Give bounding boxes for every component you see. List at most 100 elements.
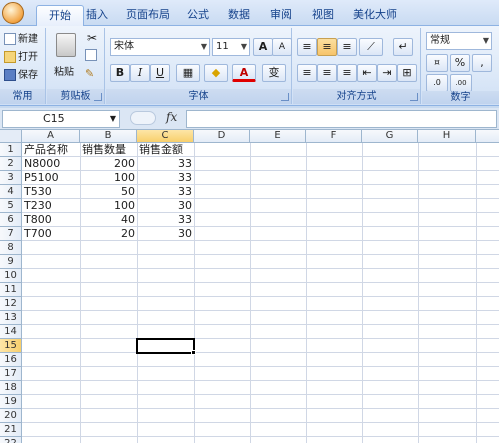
cell-a3[interactable]: P5100	[24, 171, 80, 185]
align-top-button[interactable]: ≡	[297, 38, 317, 56]
cell-c3[interactable]: 33	[137, 171, 192, 185]
row-header-1[interactable]: 1	[0, 143, 22, 157]
open-button[interactable]: 打开	[4, 49, 38, 66]
row-header-22[interactable]: 22	[0, 437, 22, 443]
row-header-19[interactable]: 19	[0, 395, 22, 409]
clipboard-launcher-icon[interactable]	[94, 93, 102, 101]
align-left-button[interactable]: ≡	[297, 64, 317, 82]
active-cell-c15[interactable]	[136, 338, 195, 354]
phonetic-button[interactable]: 变	[262, 64, 286, 82]
paste-button[interactable]: 粘贴	[53, 31, 79, 83]
tab-page-layout[interactable]: 页面布局	[123, 5, 173, 26]
column-header-c[interactable]: C	[137, 130, 194, 143]
cell-a2[interactable]: N8000	[24, 157, 80, 171]
bold-button[interactable]: B	[110, 64, 130, 82]
formula-input[interactable]	[186, 110, 497, 128]
cell-c5[interactable]: 30	[137, 199, 192, 213]
row-header-14[interactable]: 14	[0, 325, 22, 339]
tab-review[interactable]: 审阅	[268, 5, 294, 26]
format-painter-icon[interactable]: ✎	[85, 67, 99, 81]
cut-icon[interactable]: ✂	[85, 31, 99, 45]
column-header-g[interactable]: G	[362, 130, 418, 143]
row-header-9[interactable]: 9	[0, 255, 22, 269]
cell-b7[interactable]: 20	[80, 227, 135, 241]
column-header-f[interactable]: F	[306, 130, 362, 143]
row-header-17[interactable]: 17	[0, 367, 22, 381]
cell-b1[interactable]: 销售数量	[82, 143, 137, 157]
cell-a6[interactable]: T800	[24, 213, 80, 227]
cell-b6[interactable]: 40	[80, 213, 135, 227]
row-header-2[interactable]: 2	[0, 157, 22, 171]
comma-style-button[interactable]: ,	[472, 54, 492, 72]
formula-bar-expand-icon[interactable]	[130, 111, 156, 125]
cell-c1[interactable]: 销售金额	[139, 143, 194, 157]
new-button[interactable]: 新建	[4, 31, 38, 48]
cell-a4[interactable]: T530	[24, 185, 80, 199]
office-button[interactable]	[2, 2, 24, 24]
row-header-11[interactable]: 11	[0, 283, 22, 297]
row-header-15[interactable]: 15	[0, 339, 22, 353]
font-name-combo[interactable]: 宋体 ▼	[110, 38, 210, 56]
row-header-18[interactable]: 18	[0, 381, 22, 395]
insert-function-icon[interactable]: fx	[166, 110, 177, 124]
accounting-format-button[interactable]: ¤	[426, 54, 448, 72]
tab-insert[interactable]: 插入	[84, 5, 110, 26]
number-format-combo[interactable]: 常规 ▼	[426, 32, 492, 50]
decrease-decimal-button[interactable]: .00	[450, 74, 472, 92]
wrap-text-button[interactable]: ↵	[393, 38, 413, 56]
cell-b3[interactable]: 100	[80, 171, 135, 185]
decrease-indent-button[interactable]: ⇤	[357, 64, 377, 82]
row-header-6[interactable]: 6	[0, 213, 22, 227]
orientation-button[interactable]: ⟋	[359, 38, 383, 56]
cell-a5[interactable]: T230	[24, 199, 80, 213]
row-header-16[interactable]: 16	[0, 353, 22, 367]
borders-button[interactable]: ▦	[176, 64, 200, 82]
row-header-10[interactable]: 10	[0, 269, 22, 283]
font-color-button[interactable]: A	[232, 64, 256, 82]
align-right-button[interactable]: ≡	[337, 64, 357, 82]
tab-view[interactable]: 视图	[310, 5, 336, 26]
fill-handle[interactable]	[191, 350, 196, 355]
cell-c7[interactable]: 30	[137, 227, 192, 241]
worksheet-grid[interactable]: A B C D E F G H 1 2 3 4 5 6 7 8 9 10 11 …	[0, 130, 499, 443]
tab-beautify-master[interactable]: 美化大师	[350, 5, 400, 26]
shrink-font-button[interactable]: A	[272, 38, 292, 56]
grow-font-button[interactable]: A	[253, 38, 273, 56]
tab-formulas[interactable]: 公式	[184, 5, 212, 26]
row-header-5[interactable]: 5	[0, 199, 22, 213]
cell-b5[interactable]: 100	[80, 199, 135, 213]
name-box[interactable]: C15 ▼	[2, 110, 120, 128]
row-header-13[interactable]: 13	[0, 311, 22, 325]
increase-decimal-button[interactable]: .0	[426, 74, 448, 92]
fill-color-button[interactable]: ◆	[204, 64, 228, 82]
row-header-4[interactable]: 4	[0, 185, 22, 199]
cell-c2[interactable]: 33	[137, 157, 192, 171]
column-header-h[interactable]: H	[418, 130, 476, 143]
cell-b2[interactable]: 200	[80, 157, 135, 171]
percent-style-button[interactable]: %	[450, 54, 470, 72]
tab-data[interactable]: 数据	[226, 5, 252, 26]
cell-c6[interactable]: 33	[137, 213, 192, 227]
cell-a1[interactable]: 产品名称	[24, 143, 80, 157]
row-header-20[interactable]: 20	[0, 409, 22, 423]
column-header-i[interactable]	[476, 130, 499, 143]
align-bottom-button[interactable]: ≡	[337, 38, 357, 56]
align-middle-button[interactable]: ≡	[317, 38, 337, 56]
alignment-launcher-icon[interactable]	[410, 93, 418, 101]
underline-button[interactable]: U	[150, 64, 170, 82]
merge-center-button[interactable]: ⊞	[397, 64, 417, 82]
row-header-3[interactable]: 3	[0, 171, 22, 185]
font-size-combo[interactable]: 11 ▼	[212, 38, 250, 56]
font-launcher-icon[interactable]	[281, 93, 289, 101]
row-header-7[interactable]: 7	[0, 227, 22, 241]
italic-button[interactable]: I	[130, 64, 150, 82]
row-header-21[interactable]: 21	[0, 423, 22, 437]
row-header-8[interactable]: 8	[0, 241, 22, 255]
increase-indent-button[interactable]: ⇥	[377, 64, 397, 82]
row-header-12[interactable]: 12	[0, 297, 22, 311]
column-header-d[interactable]: D	[194, 130, 250, 143]
cell-b4[interactable]: 50	[80, 185, 135, 199]
cell-a7[interactable]: T700	[24, 227, 80, 241]
cell-c4[interactable]: 33	[137, 185, 192, 199]
column-header-b[interactable]: B	[80, 130, 137, 143]
